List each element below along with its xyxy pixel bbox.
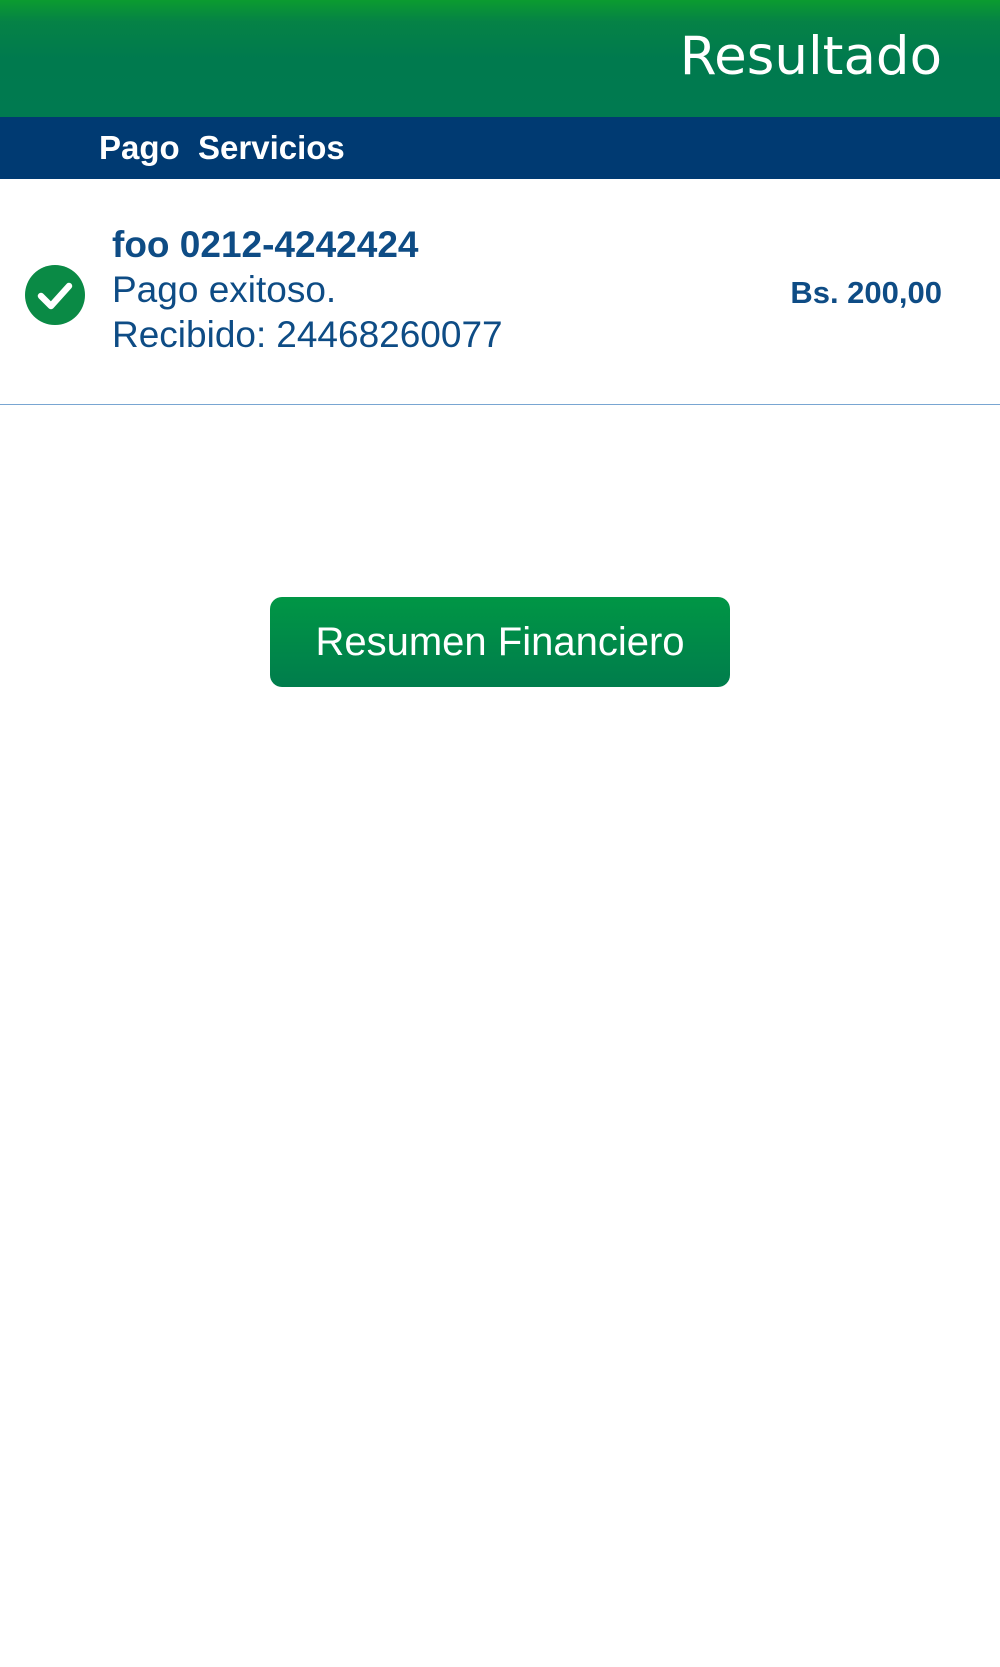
page-title: Resultado	[679, 26, 942, 87]
receipt-label: Recibido:	[112, 314, 267, 355]
check-circle-icon	[25, 265, 85, 325]
payment-amount: Bs. 200,00	[790, 275, 942, 310]
result-screen: Resultado Pago Servicios foo 0212-424242…	[0, 0, 1000, 1667]
section-bar: Pago Servicios	[0, 117, 1000, 179]
financial-summary-button[interactable]: Resumen Financiero	[270, 597, 730, 687]
receipt-line: Recibido: 24468260077	[112, 312, 503, 357]
result-details: foo 0212-4242424 Pago exitoso. Recibido:…	[112, 223, 503, 357]
receipt-number: 24468260077	[276, 314, 503, 355]
payment-result-item: foo 0212-4242424 Pago exitoso. Recibido:…	[0, 179, 1000, 405]
header-bar: Resultado	[0, 0, 1000, 117]
section-title: Pago Servicios	[99, 129, 345, 166]
service-name: foo 0212-4242424	[112, 224, 419, 265]
payment-status: Pago exitoso.	[112, 269, 337, 310]
